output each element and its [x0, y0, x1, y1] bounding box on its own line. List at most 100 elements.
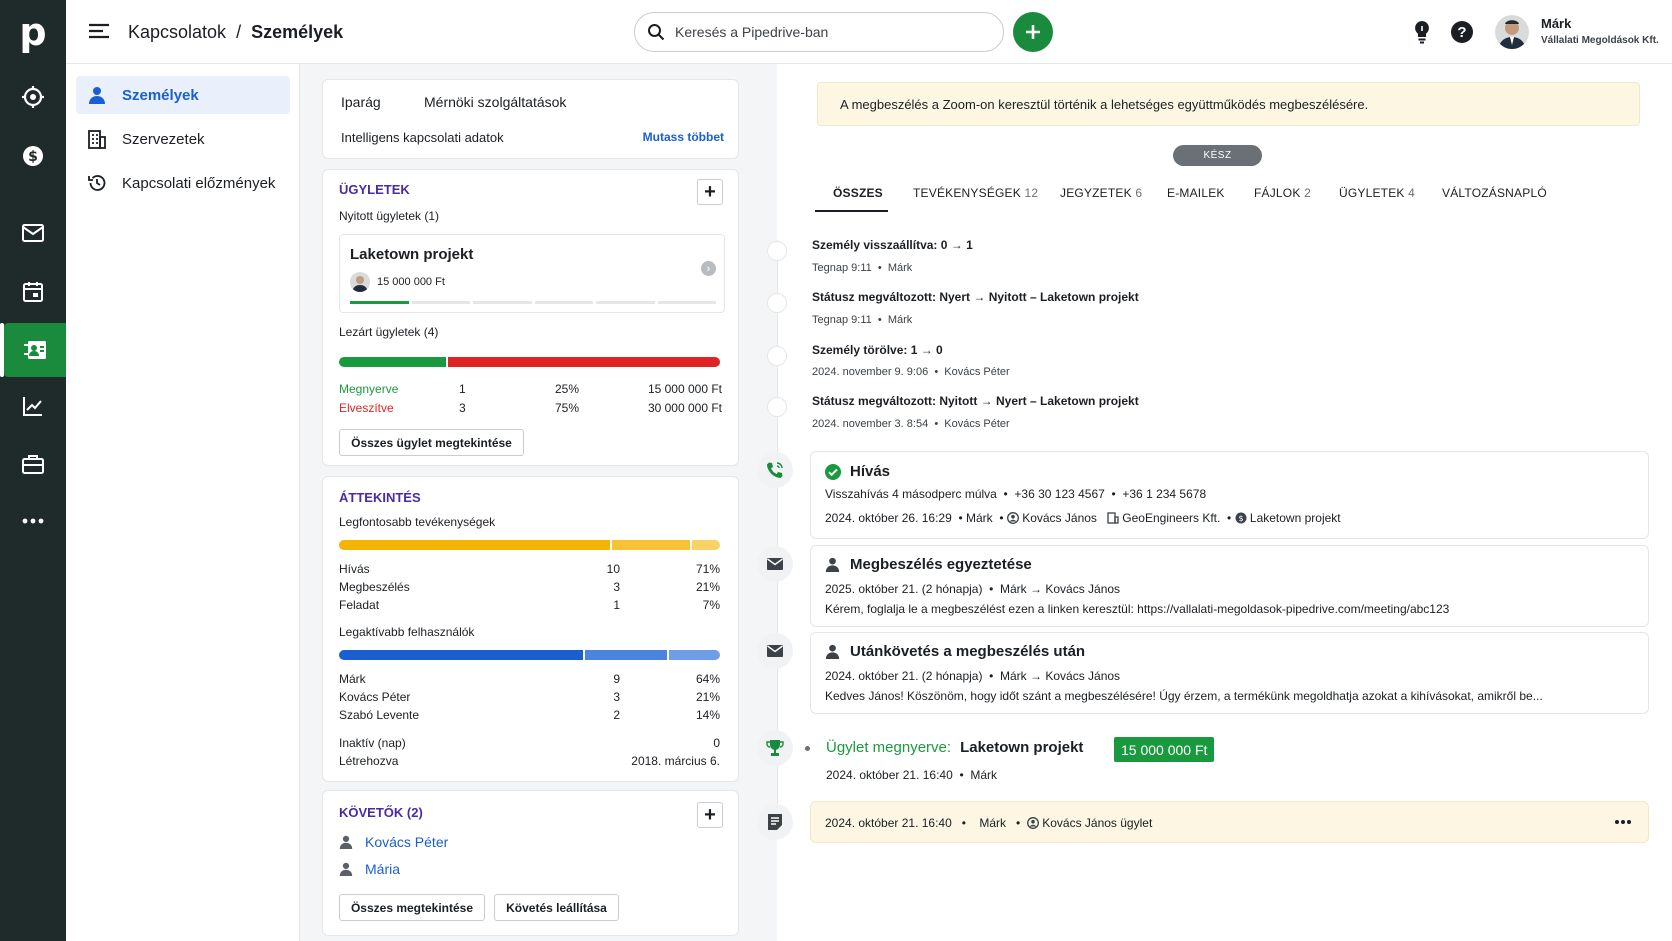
email-card[interactable]: Megbeszélés egyeztetése 2025. október 21…: [810, 545, 1649, 627]
pipedrive-logo[interactable]: p: [0, 0, 66, 64]
open-deal-card[interactable]: Laketown projekt 15 000 000 Ft ›: [339, 234, 725, 313]
nav-leads-icon[interactable]: [0, 70, 66, 124]
main-nav-rail: p $: [0, 0, 66, 941]
activities-bar: [339, 540, 720, 550]
smart-data-label: Intelligens kapcsolati adatok: [341, 130, 504, 145]
won-amount: 15 000 000 Ft: [647, 382, 722, 396]
search-input[interactable]: Keresés a Pipedrive-ban: [675, 24, 828, 40]
email-body: Kedves János! Köszönöm, hogy időt szánt …: [825, 689, 1543, 703]
tips-icon[interactable]: [1412, 20, 1432, 47]
tab-emails[interactable]: E-MAILEK: [1167, 186, 1225, 200]
subnav-item-organizations[interactable]: Szervezetek: [76, 120, 290, 158]
deal-won-meta: 2024. október 21. 16:40 • Márk: [826, 768, 997, 782]
follower-item[interactable]: Mária: [339, 861, 400, 877]
more-options-icon[interactable]: [1614, 813, 1632, 828]
plus-icon: [1026, 25, 1040, 39]
trophy-icon: [757, 730, 793, 766]
plus-icon: +: [704, 803, 716, 826]
nav-contacts-icon[interactable]: [0, 323, 66, 377]
email-subject[interactable]: Megbeszélés egyeztetése: [850, 556, 1032, 573]
won-label: Megnyerve: [339, 382, 399, 396]
won-pct: 25%: [554, 382, 579, 396]
lost-segment: [447, 357, 720, 367]
nav-deals-icon[interactable]: $: [0, 129, 66, 183]
subnav-item-timeline[interactable]: Kapcsolati előzmények: [76, 164, 290, 202]
chevron-right-icon[interactable]: ›: [701, 261, 716, 276]
add-button[interactable]: [1013, 12, 1053, 52]
follower-name[interactable]: Mária: [365, 861, 400, 877]
view-all-followers-button[interactable]: Összes megtekintése: [339, 894, 485, 921]
user-row: Szabó Levente 2 14%: [339, 708, 720, 722]
change-title: Személy törölve: 1 → 0: [812, 343, 943, 357]
change-meta: 2024. november 3. 8:54 • Kovács Péter: [812, 418, 1010, 430]
subnav-label: Szervezetek: [122, 130, 205, 148]
focus-note-banner[interactable]: A megbeszélés a Zoom-on keresztül történ…: [817, 82, 1640, 126]
user-avatar[interactable]: [1495, 15, 1529, 49]
deal-name[interactable]: Laketown projekt: [350, 246, 473, 263]
phone-number[interactable]: +36 1 234 5678: [1122, 487, 1206, 501]
nav-calendar-icon[interactable]: [0, 265, 66, 319]
change-time: 2024. november 9. 9:06: [812, 366, 929, 378]
subnav-item-persons[interactable]: Személyek: [76, 76, 290, 114]
created-value: 2018. március 6.: [631, 754, 720, 768]
change-user: Márk: [887, 314, 913, 326]
activity-row: Hívás 10 71%: [339, 562, 720, 576]
activity-title[interactable]: Hívás: [850, 463, 890, 480]
deal-won-name[interactable]: Laketown projekt: [960, 739, 1083, 756]
activity-date: 2024. október 26. 16:29: [825, 511, 952, 525]
tab-files[interactable]: FÁJLOK 2: [1254, 186, 1311, 200]
person-icon: [825, 557, 840, 572]
breadcrumb: Kapcsolatok / Személyek: [128, 22, 343, 43]
industry-value[interactable]: Mérnöki szolgáltatások: [424, 94, 566, 110]
nav-products-icon[interactable]: [0, 437, 66, 491]
linked-person[interactable]: Kovács János: [1022, 511, 1097, 525]
stop-following-button[interactable]: Követés leállítása: [494, 894, 619, 921]
add-deal-button[interactable]: +: [697, 179, 723, 205]
deal-value: 15 000 000 Ft: [377, 276, 445, 288]
call-activity-card[interactable]: Hívás Visszahívás 4 másodperc múlva • +3…: [810, 451, 1649, 539]
tab-all[interactable]: ÖSSZES: [833, 186, 883, 200]
nav-more-icon[interactable]: [0, 494, 66, 548]
show-more-link[interactable]: Mutass többet: [643, 130, 724, 144]
note-linked[interactable]: Kovács János ügylet: [1042, 816, 1152, 830]
search-box[interactable]: Keresés a Pipedrive-ban: [634, 12, 1004, 52]
tab-activities[interactable]: TEVÉKENYSÉGEK 12: [913, 186, 1038, 200]
nav-insights-icon[interactable]: [0, 379, 66, 433]
tab-count: 12: [1024, 186, 1039, 200]
breadcrumb-parent[interactable]: Kapcsolatok: [128, 22, 226, 43]
timeline-dot: [767, 241, 787, 261]
help-icon[interactable]: ?: [1451, 21, 1473, 43]
activity-label: Feladat: [339, 598, 380, 612]
follower-name[interactable]: Kovács Péter: [365, 834, 448, 850]
nav-mail-icon[interactable]: [0, 206, 66, 260]
tab-count: 2: [1304, 186, 1311, 200]
menu-toggle-icon[interactable]: [88, 22, 110, 43]
tab-changelog[interactable]: VÁLTOZÁSNAPLÓ: [1442, 186, 1547, 200]
tab-count: 4: [1408, 186, 1416, 200]
person-icon: [339, 862, 353, 876]
add-follower-button[interactable]: +: [697, 802, 723, 828]
inactive-value: 0: [713, 736, 720, 750]
follower-item[interactable]: Kovács Péter: [339, 834, 448, 850]
check-circle-icon[interactable]: [825, 463, 841, 480]
email-subject[interactable]: Utánkövetés a megbeszélés után: [850, 643, 1085, 660]
tab-deals[interactable]: ÜGYLETEK 4: [1339, 186, 1415, 200]
timeline-dot: [767, 346, 787, 366]
change-user: Márk: [887, 262, 913, 274]
note-card[interactable]: 2024. október 21. 16:40 • Márk • Kovács …: [810, 801, 1649, 843]
done-badge[interactable]: KÉSZ: [1173, 145, 1262, 166]
change-time: Tegnap 9:11: [812, 262, 872, 274]
svg-text:$: $: [28, 149, 38, 165]
deal-won-amount-badge: 15 000 000 Ft: [1114, 737, 1215, 762]
email-from: Márk: [1000, 669, 1027, 683]
email-card[interactable]: Utánkövetés a megbeszélés után 2024. okt…: [810, 632, 1649, 714]
phone-number[interactable]: +36 30 123 4567: [1014, 487, 1104, 501]
tab-notes[interactable]: JEGYZETEK 6: [1060, 186, 1142, 200]
user-company: Vállalati Megoldások Kft.: [1541, 35, 1659, 46]
linked-organization[interactable]: GeoEngineers Kft.: [1122, 511, 1220, 525]
view-all-deals-button[interactable]: Összes ügylet megtekintése: [339, 429, 524, 456]
note-date: 2024. október 21. 16:40: [825, 816, 952, 830]
linked-deal[interactable]: Laketown projekt: [1250, 511, 1341, 525]
building-icon: [1107, 512, 1119, 524]
activity-row: Megbeszélés 3 21%: [339, 580, 720, 594]
